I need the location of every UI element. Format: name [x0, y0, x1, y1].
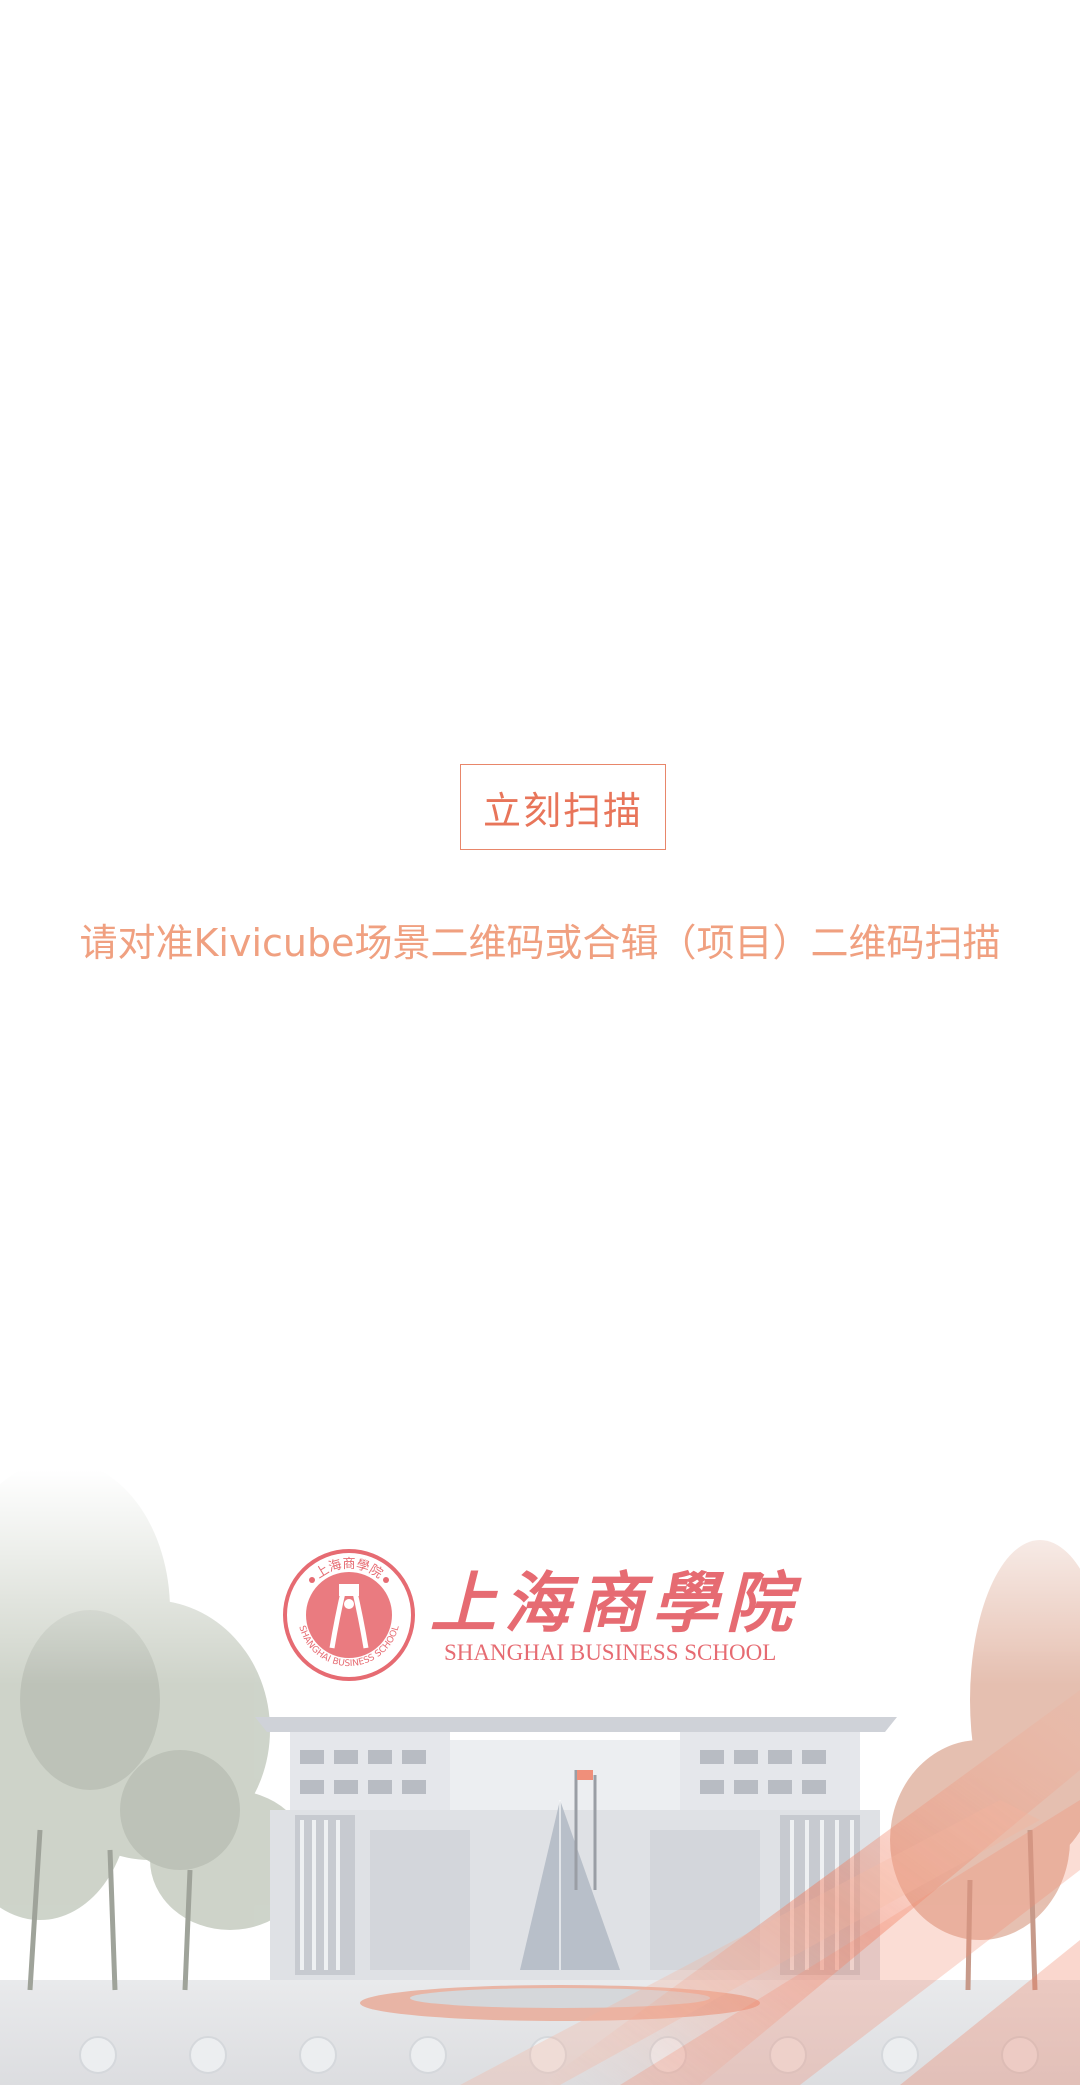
scan-now-button[interactable]: 立刻扫描	[460, 764, 666, 850]
scan-landing-screen: 立刻扫描 请对准Kivicube场景二维码或合辑（项目）二维码扫描 上海商學院 …	[0, 0, 1080, 2085]
scan-hint-text: 请对准Kivicube场景二维码或合辑（项目）二维码扫描	[79, 921, 1001, 965]
school-name-chinese: 上海商學院	[430, 1564, 800, 1642]
school-name-english: SHANGHAI BUSINESS SCHOOL	[444, 1640, 777, 1665]
school-logo: 上海商學院 SHANGHAI BUSINESS SCHOOL 上海商學院 SHA…	[282, 1548, 802, 1688]
school-seal-icon: 上海商學院 SHANGHAI BUSINESS SCHOOL	[283, 1549, 415, 1681]
